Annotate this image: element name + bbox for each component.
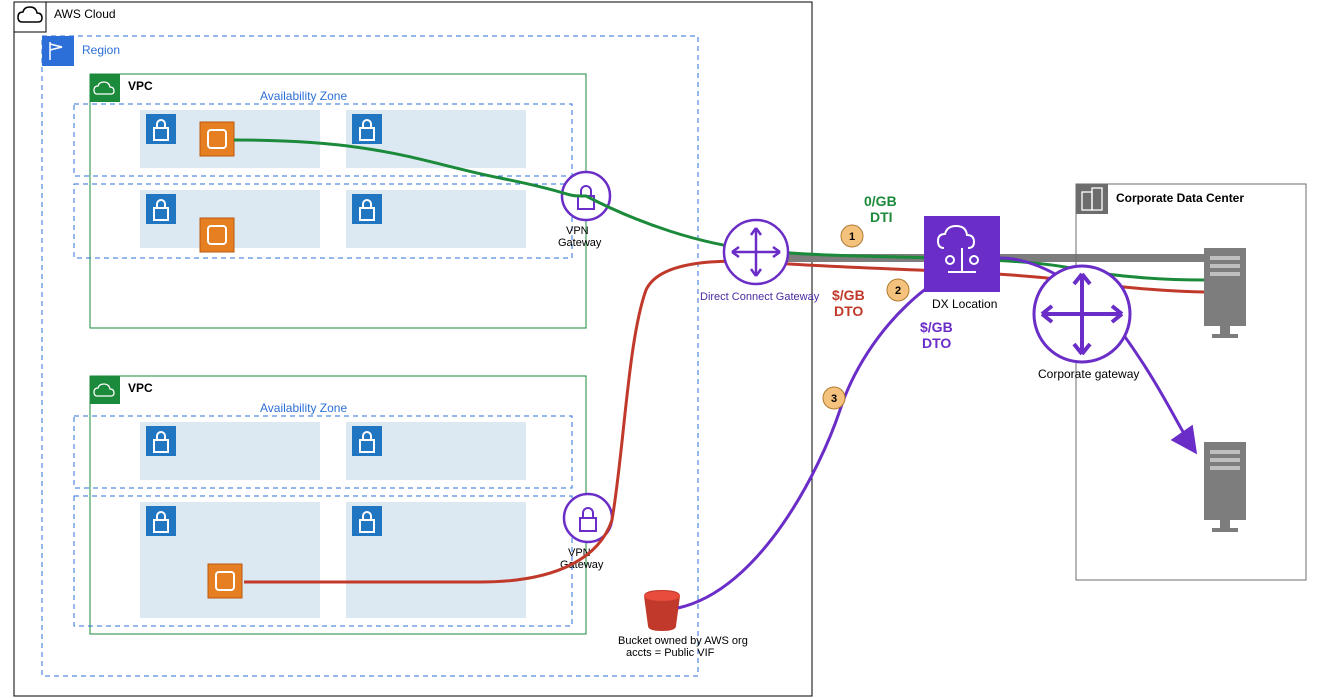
vpn-gateway-2: VPN Gateway <box>560 494 612 571</box>
vpc2-label: VPC <box>128 381 153 395</box>
lock-icon <box>352 426 382 456</box>
svg-text:3: 3 <box>831 393 837 405</box>
vpc1-subnet-a2 <box>346 110 526 168</box>
svg-text:$/GB: $/GB <box>832 287 865 303</box>
step-badge-2: 2 <box>887 279 909 301</box>
vpc2-az-label: Availability Zone <box>260 401 347 415</box>
corp-dc-group: Corporate Data Center <box>1076 184 1306 580</box>
step-badge-3: 3 <box>823 387 845 409</box>
dti-label: 0/GB DTI <box>864 193 897 225</box>
lock-icon <box>146 194 176 224</box>
vpc1-label: VPC <box>128 79 153 93</box>
vpc2-subnet-a2 <box>346 422 526 480</box>
vpc2-subnet-b1 <box>140 502 320 618</box>
dto2-label: $/GB DTO <box>920 319 953 351</box>
lock-icon <box>352 506 382 536</box>
svg-text:$/GB: $/GB <box>920 319 953 335</box>
vpc2-subnet-a1 <box>140 422 320 480</box>
vpn-gw1-l2: Gateway <box>558 237 602 249</box>
vpn-gw1-l1: VPN <box>566 225 589 237</box>
corp-gw-label: Corporate gateway <box>1038 367 1139 381</box>
svg-text:2: 2 <box>895 285 901 297</box>
svg-text:DTO: DTO <box>922 335 951 351</box>
bucket-l2: accts = Public VIF <box>626 647 715 659</box>
step-badge-1: 1 <box>841 225 863 247</box>
svg-text:1: 1 <box>849 231 855 243</box>
region-label: Region <box>82 43 120 57</box>
corporate-gateway: Corporate gateway <box>1034 266 1139 381</box>
server-icon <box>1204 248 1246 338</box>
lock-icon <box>352 114 382 144</box>
lock-icon <box>352 194 382 224</box>
dx-loc-label: DX Location <box>932 297 997 311</box>
svg-text:DTO: DTO <box>834 303 863 319</box>
vpc1-subnet-a1 <box>140 110 320 168</box>
chip-icon <box>208 564 242 598</box>
aws-cloud-label: AWS Cloud <box>54 7 116 21</box>
lock-icon <box>146 506 176 536</box>
lock-icon <box>146 426 176 456</box>
chip-icon <box>200 122 234 156</box>
dx-location: DX Location <box>924 216 1000 311</box>
dto1-label: $/GB DTO <box>832 287 865 319</box>
lock-icon <box>146 114 176 144</box>
vpn-gateway-1: VPN Gateway <box>558 172 610 249</box>
vpc2-subnet-b2 <box>346 502 526 618</box>
chip-icon <box>200 218 234 252</box>
vpc1-subnet-b2 <box>346 190 526 248</box>
bucket-l1: Bucket owned by AWS org <box>618 635 748 647</box>
svg-text:Gateway: Gateway <box>560 559 604 571</box>
vpc1-az-label: Availability Zone <box>260 89 347 103</box>
svg-text:0/GB: 0/GB <box>864 193 897 209</box>
dx-gw-label: Direct Connect Gateway <box>700 291 820 303</box>
s3-bucket: Bucket owned by AWS org accts = Public V… <box>618 590 748 659</box>
svg-text:DTI: DTI <box>870 209 893 225</box>
server-icon <box>1204 442 1246 532</box>
vpc1-subnet-b1 <box>140 190 320 252</box>
corp-dc-label: Corporate Data Center <box>1116 191 1244 205</box>
